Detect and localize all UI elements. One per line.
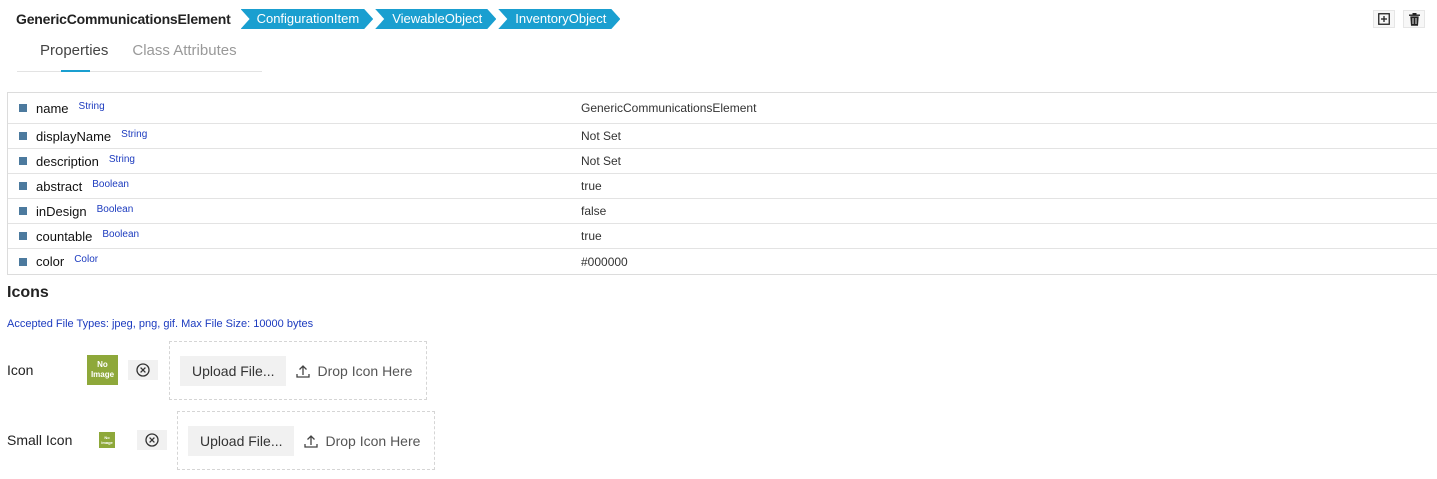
property-type: Boolean — [92, 178, 129, 190]
property-type: String — [121, 128, 148, 140]
drop-icon-label: Drop Icon Here — [325, 432, 421, 449]
property-value[interactable]: Not Set — [581, 129, 621, 143]
class-header: GenericCommunicationsElement Configurati… — [16, 9, 622, 29]
property-value[interactable]: #000000 — [581, 255, 628, 269]
clear-circle-icon — [145, 433, 159, 447]
add-button[interactable] — [1373, 10, 1395, 28]
upload-icon — [304, 434, 319, 448]
property-name: description — [36, 153, 99, 169]
bullet-square-icon — [19, 182, 27, 190]
bullet-square-icon — [19, 257, 27, 266]
property-name: color — [36, 254, 65, 269]
clear-icon-button[interactable] — [128, 360, 158, 380]
property-row-name: name String GenericCommunicationsElement — [8, 93, 1437, 124]
property-row-description: description String Not Set — [8, 149, 1437, 174]
icon-drop-area[interactable]: Upload File... Drop Icon Here — [169, 341, 427, 400]
property-name: abstract — [36, 178, 83, 194]
upload-file-button[interactable]: Upload File... — [180, 355, 287, 386]
breadcrumb-item-configurationitem[interactable]: ConfigurationItem — [241, 9, 374, 29]
bullet-square-icon — [19, 104, 27, 112]
bullet-square-icon — [19, 157, 27, 165]
tab-class-attributes[interactable]: Class Attributes — [120, 38, 248, 71]
property-name: displayName — [36, 128, 112, 144]
top-actions — [1373, 10, 1425, 28]
property-value[interactable]: Not Set — [581, 154, 621, 168]
tab-bar: Properties Class Attributes — [17, 38, 262, 72]
bullet-square-icon — [19, 232, 27, 240]
property-name: name — [36, 100, 69, 116]
delete-button[interactable] — [1403, 10, 1425, 28]
drop-icon-zone[interactable]: Drop Icon Here — [304, 433, 420, 449]
small-icon-upload-row: Small Icon No Image — [7, 430, 167, 450]
clear-circle-icon — [136, 363, 150, 377]
small-icon-label: Small Icon — [7, 432, 73, 448]
bullet-square-icon — [19, 207, 27, 215]
accepted-file-types-note: Accepted File Types: jpeg, png, gif. Max… — [7, 318, 314, 330]
trash-icon — [1408, 12, 1420, 26]
property-type: String — [78, 100, 105, 112]
property-type: Boolean — [96, 203, 134, 215]
tab-properties[interactable]: Properties — [17, 38, 120, 72]
property-type: Color — [74, 254, 99, 265]
upload-icon — [296, 364, 311, 378]
upload-file-button[interactable]: Upload File... — [188, 425, 295, 456]
property-row-indesign: inDesign Boolean false — [8, 199, 1437, 224]
property-name: countable — [36, 228, 93, 244]
property-row-countable: countable Boolean true — [8, 224, 1437, 249]
class-name-title: GenericCommunicationsElement — [16, 11, 231, 27]
breadcrumb-item-inventoryobject[interactable]: InventoryObject — [498, 9, 620, 29]
property-value[interactable]: true — [581, 179, 602, 193]
property-type: Boolean — [102, 228, 140, 240]
drop-icon-label: Drop Icon Here — [317, 362, 413, 379]
icons-section-title: Icons — [7, 284, 49, 301]
clear-small-icon-button[interactable] — [137, 430, 167, 450]
breadcrumb: ConfigurationItem ViewableObject Invento… — [241, 9, 623, 29]
drop-icon-zone[interactable]: Drop Icon Here — [296, 363, 412, 379]
property-type: String — [108, 153, 135, 165]
property-row-abstract: abstract Boolean true — [8, 174, 1437, 199]
breadcrumb-item-viewableobject[interactable]: ViewableObject — [375, 9, 496, 29]
property-value[interactable]: false — [581, 204, 606, 218]
property-row-color: color Color #000000 — [8, 249, 1437, 274]
icon-upload-row: Icon No Image — [7, 355, 158, 385]
property-value[interactable]: true — [581, 229, 602, 243]
icon-label: Icon — [7, 362, 34, 378]
property-value[interactable]: GenericCommunicationsElement — [581, 101, 756, 115]
properties-table: name String GenericCommunicationsElement… — [7, 92, 1437, 275]
property-name: inDesign — [36, 203, 87, 219]
property-row-displayname: displayName String Not Set — [8, 124, 1437, 149]
add-box-icon — [1378, 13, 1390, 25]
no-image-placeholder-small: No Image — [99, 432, 115, 448]
no-image-placeholder: No Image — [87, 355, 118, 385]
bullet-square-icon — [19, 132, 27, 140]
small-icon-drop-area[interactable]: Upload File... Drop Icon Here — [177, 411, 435, 470]
